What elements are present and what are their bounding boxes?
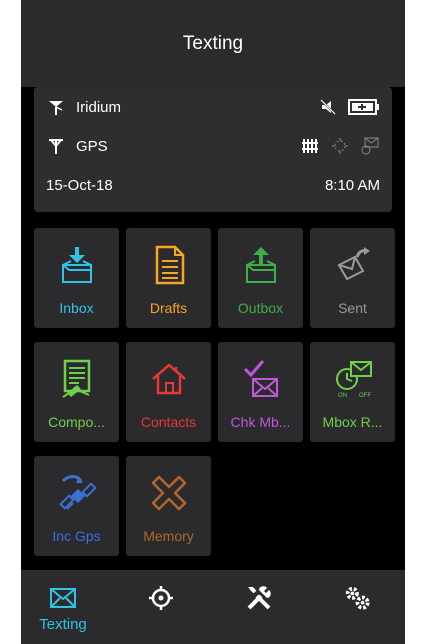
iridium-row: Iridium bbox=[46, 93, 380, 121]
battery-charging-icon bbox=[348, 97, 380, 117]
check-mailbox-icon bbox=[238, 356, 284, 402]
tile-memory[interactable]: Memory bbox=[126, 456, 211, 556]
tile-label: Sent bbox=[338, 300, 367, 316]
tile-label: Inbox bbox=[59, 300, 94, 316]
mailbox-reminder-icon: ON OFF bbox=[330, 356, 376, 402]
outbox-icon bbox=[238, 242, 284, 288]
iridium-label: Iridium bbox=[76, 98, 122, 116]
sent-icon bbox=[330, 242, 376, 288]
tile-label: Contacts bbox=[140, 414, 197, 430]
contacts-icon bbox=[146, 356, 192, 402]
tile-sent[interactable]: Sent bbox=[310, 228, 395, 328]
bottom-nav: Texting bbox=[21, 570, 405, 644]
tile-label: Chk Mb... bbox=[230, 414, 291, 430]
tile-outbox[interactable]: Outbox bbox=[218, 228, 303, 328]
tile-check-mailbox[interactable]: Chk Mb... bbox=[218, 342, 303, 442]
gps-target-icon bbox=[330, 136, 350, 156]
tile-label: Drafts bbox=[149, 300, 188, 316]
tile-label: Memory bbox=[143, 528, 194, 544]
datetime-row: 15-Oct-18 8:10 AM bbox=[46, 171, 380, 199]
crosshair-icon bbox=[147, 584, 175, 612]
mute-icon bbox=[318, 97, 338, 117]
iridium-antenna-icon bbox=[46, 97, 66, 117]
phone-screen: Texting Iridium GPS 15-Oct-18 8:10 AM In… bbox=[21, 0, 405, 644]
tile-label: Outbox bbox=[237, 300, 284, 316]
nav-settings[interactable] bbox=[317, 570, 397, 644]
gears-icon bbox=[343, 584, 371, 612]
page-title: Texting bbox=[182, 32, 244, 54]
tile-label: Compo... bbox=[48, 414, 105, 430]
date-text: 15-Oct-18 bbox=[46, 176, 113, 194]
drafts-icon bbox=[146, 242, 192, 288]
time-text: 8:10 AM bbox=[324, 176, 380, 194]
tile-compose[interactable]: Compo... bbox=[34, 342, 119, 442]
tile-inbox[interactable]: Inbox bbox=[34, 228, 119, 328]
tools-icon bbox=[245, 584, 273, 612]
tile-contacts[interactable]: Contacts bbox=[126, 342, 211, 442]
tile-mailbox-reminder[interactable]: ON OFF Mbox R... bbox=[310, 342, 395, 442]
gps-row: GPS bbox=[46, 132, 380, 160]
nav-texting-label: Texting bbox=[39, 616, 87, 633]
nav-location[interactable] bbox=[121, 570, 201, 644]
memory-icon bbox=[146, 470, 192, 516]
inbox-icon bbox=[54, 242, 100, 288]
nav-texting[interactable]: Texting bbox=[23, 570, 103, 644]
fence-icon bbox=[300, 136, 320, 156]
compose-icon bbox=[54, 356, 100, 402]
gps-label: GPS bbox=[76, 137, 108, 155]
mail-timer-icon bbox=[360, 136, 380, 156]
svg-text:ON: ON bbox=[338, 393, 347, 399]
tile-drafts[interactable]: Drafts bbox=[126, 228, 211, 328]
gps-antenna-icon bbox=[46, 136, 66, 156]
status-card: Iridium GPS 15-Oct-18 8:10 AM bbox=[34, 87, 392, 212]
nav-tools[interactable] bbox=[219, 570, 299, 644]
tile-label: Inc Gps bbox=[52, 528, 101, 544]
envelope-icon bbox=[49, 584, 77, 612]
satellite-icon bbox=[54, 470, 100, 516]
svg-text:OFF: OFF bbox=[359, 393, 371, 399]
tile-inc-gps[interactable]: Inc Gps bbox=[34, 456, 119, 556]
tile-label: Mbox R... bbox=[322, 414, 383, 430]
app-header: Texting bbox=[21, 0, 405, 87]
